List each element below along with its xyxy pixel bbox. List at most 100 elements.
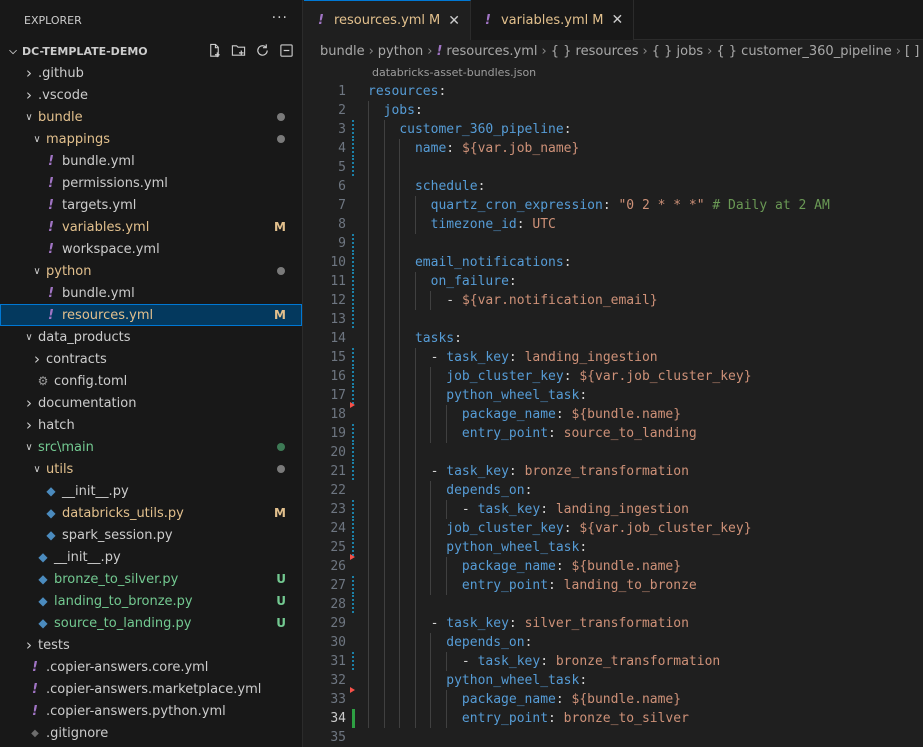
folder-item[interactable]: › hatch bbox=[0, 414, 302, 436]
code-line[interactable]: 27 entry_point: landing_to_bronze bbox=[304, 576, 923, 595]
folder-item[interactable]: ∨ src\main bbox=[0, 436, 302, 458]
code-line[interactable]: 21 - task_key: bronze_transformation bbox=[304, 462, 923, 481]
indent-guide bbox=[368, 101, 369, 728]
file-item[interactable]: ! .copier-answers.python.yml bbox=[0, 700, 302, 722]
code-line[interactable]: 24 job_cluster_key: ${var.job_cluster_ke… bbox=[304, 519, 923, 538]
code-line[interactable]: 23 - task_key: landing_ingestion bbox=[304, 500, 923, 519]
code-text: job_cluster_key: ${var.job_cluster_key} bbox=[358, 521, 751, 536]
breadcrumb-item[interactable]: [ ] tasks bbox=[905, 44, 923, 59]
code-token: tasks bbox=[414, 331, 455, 346]
file-item[interactable]: ◆ .gitignore bbox=[0, 722, 302, 744]
tree-item-label: .github bbox=[38, 65, 84, 81]
new-file-icon[interactable] bbox=[206, 42, 222, 58]
folder-item[interactable]: ∨ utils bbox=[0, 458, 302, 480]
code-token: task_key bbox=[477, 502, 541, 517]
code-line[interactable]: 28 bbox=[304, 595, 923, 614]
breadcrumb-item[interactable]: { } jobs bbox=[652, 44, 703, 59]
code-line[interactable]: 20 bbox=[304, 443, 923, 462]
breadcrumb-item[interactable]: { } resources bbox=[551, 44, 639, 59]
code-line[interactable]: 29 - task_key: silver_transformation bbox=[304, 614, 923, 633]
code-line[interactable]: 19 entry_point: source_to_landing bbox=[304, 424, 923, 443]
file-item[interactable]: ! bundle.yml bbox=[0, 150, 302, 172]
file-item[interactable]: ◆ source_to_landing.py U bbox=[0, 612, 302, 634]
code-line[interactable]: 2 jobs: bbox=[304, 101, 923, 120]
folder-item[interactable]: ∨ bundle bbox=[0, 106, 302, 128]
code-line[interactable]: 16 job_cluster_key: ${var.job_cluster_ke… bbox=[304, 367, 923, 386]
file-item[interactable]: ! targets.yml bbox=[0, 194, 302, 216]
more-actions-icon[interactable]: ··· bbox=[272, 10, 288, 26]
breadcrumb-item[interactable]: { } customer_360_pipeline bbox=[716, 44, 891, 59]
code-line[interactable]: 3 customer_360_pipeline: bbox=[304, 120, 923, 139]
code-line[interactable]: 8 timezone_id: UTC bbox=[304, 215, 923, 234]
file-item[interactable]: ! resources.yml M bbox=[0, 304, 302, 326]
close-icon[interactable]: ✕ bbox=[611, 12, 623, 28]
file-item[interactable]: ! permissions.yml bbox=[0, 172, 302, 194]
file-item[interactable]: ⚙ config.toml bbox=[0, 370, 302, 392]
file-item[interactable]: ◆ __init__.py bbox=[0, 546, 302, 568]
code-line[interactable]: 1 resources: bbox=[304, 82, 923, 101]
indent-guide bbox=[414, 196, 416, 234]
file-item[interactable]: ! bundle.yml bbox=[0, 282, 302, 304]
code-line[interactable]: 12 - ${var.notification_email} bbox=[304, 291, 923, 310]
code-line[interactable]: 14 tasks: bbox=[304, 329, 923, 348]
code-line[interactable]: 18 package_name: ${bundle.name} bbox=[304, 402, 923, 424]
file-item[interactable]: ◆ __init__.py bbox=[0, 480, 302, 502]
code-line[interactable]: 22 depends_on: bbox=[304, 481, 923, 500]
code-line[interactable]: 32 python_wheel_task: bbox=[304, 671, 923, 690]
schema-codelens[interactable]: databricks-asset-bundles.json bbox=[304, 62, 923, 82]
tab-variables-yml[interactable]: ! variables.yml M ✕ bbox=[471, 0, 635, 40]
file-item[interactable]: ◆ spark_session.py bbox=[0, 524, 302, 546]
chevron-right-icon: › bbox=[707, 43, 713, 59]
refresh-icon[interactable] bbox=[254, 42, 270, 58]
file-item[interactable]: ! variables.yml M bbox=[0, 216, 302, 238]
code-text: entry_point: landing_to_bronze bbox=[358, 578, 697, 593]
project-root[interactable]: ⌵ DC-TEMPLATE-DEMO bbox=[0, 40, 302, 62]
tab-resources-yml[interactable]: ! resources.yml M ✕ bbox=[304, 0, 471, 40]
folder-item[interactable]: ∨ mappings bbox=[0, 128, 302, 150]
file-item[interactable]: ◆ databricks_utils.py M bbox=[0, 502, 302, 524]
diff-gutter-marker bbox=[350, 554, 358, 576]
line-number: 5 bbox=[338, 160, 346, 175]
breadcrumb-item[interactable]: python bbox=[378, 44, 423, 59]
code-token: ${var.job_cluster_key} bbox=[579, 369, 752, 384]
tree-item-label: .copier-answers.core.yml bbox=[46, 659, 209, 675]
code-line[interactable]: 7 quartz_cron_expression: "0 2 * * *" # … bbox=[304, 196, 923, 215]
code-line[interactable]: 17 python_wheel_task: bbox=[304, 386, 923, 405]
code-line[interactable]: 13 bbox=[304, 310, 923, 329]
code-token: : bbox=[540, 654, 556, 669]
new-folder-icon[interactable] bbox=[230, 42, 246, 58]
code-line[interactable]: 25 python_wheel_task: bbox=[304, 538, 923, 557]
code-text: email_notifications: bbox=[358, 255, 572, 270]
folder-item[interactable]: › .vscode bbox=[0, 84, 302, 106]
code-line[interactable]: 6 schedule: bbox=[304, 177, 923, 196]
file-item[interactable]: ◆ landing_to_bronze.py U bbox=[0, 590, 302, 612]
code-line[interactable]: 4 name: ${var.job_name} bbox=[304, 139, 923, 158]
code-line[interactable]: 11 on_failure: bbox=[304, 272, 923, 291]
close-icon[interactable]: ✕ bbox=[448, 13, 460, 29]
code-line[interactable]: 31 - task_key: bronze_transformation bbox=[304, 652, 923, 671]
folder-item[interactable]: › contracts bbox=[0, 348, 302, 370]
folder-item[interactable]: › tests bbox=[0, 634, 302, 656]
code-line[interactable]: 15 - task_key: landing_ingestion bbox=[304, 348, 923, 367]
code-line[interactable]: 26 package_name: ${bundle.name} bbox=[304, 554, 923, 576]
collapse-all-icon[interactable] bbox=[278, 42, 294, 58]
code-line[interactable]: 9 bbox=[304, 234, 923, 253]
folder-item[interactable]: › documentation bbox=[0, 392, 302, 414]
code-line[interactable]: 30 depends_on: bbox=[304, 633, 923, 652]
folder-item[interactable]: ∨ python bbox=[0, 260, 302, 282]
breadcrumb-item[interactable]: resources.yml bbox=[446, 44, 537, 59]
code-line[interactable]: 10 email_notifications: bbox=[304, 253, 923, 272]
code-line[interactable]: 33 package_name: ${bundle.name} bbox=[304, 687, 923, 709]
file-item[interactable]: ! workspace.yml bbox=[0, 238, 302, 260]
code-line[interactable]: 35 bbox=[304, 728, 923, 747]
file-item[interactable]: ! .copier-answers.marketplace.yml bbox=[0, 678, 302, 700]
code-line[interactable]: 34 entry_point: bronze_to_silver bbox=[304, 709, 923, 728]
file-item[interactable]: ! .copier-answers.core.yml bbox=[0, 656, 302, 678]
folder-item[interactable]: ∨ data_products bbox=[0, 326, 302, 348]
code-editor[interactable]: 1 resources: 2 jobs: 3 customer_360_pipelin… bbox=[304, 82, 923, 747]
breadcrumb-item[interactable]: bundle bbox=[320, 44, 365, 59]
code-line[interactable]: 5 bbox=[304, 158, 923, 177]
code-token: on_failure bbox=[430, 274, 509, 289]
folder-item[interactable]: › .github bbox=[0, 62, 302, 84]
file-item[interactable]: ◆ bronze_to_silver.py U bbox=[0, 568, 302, 590]
